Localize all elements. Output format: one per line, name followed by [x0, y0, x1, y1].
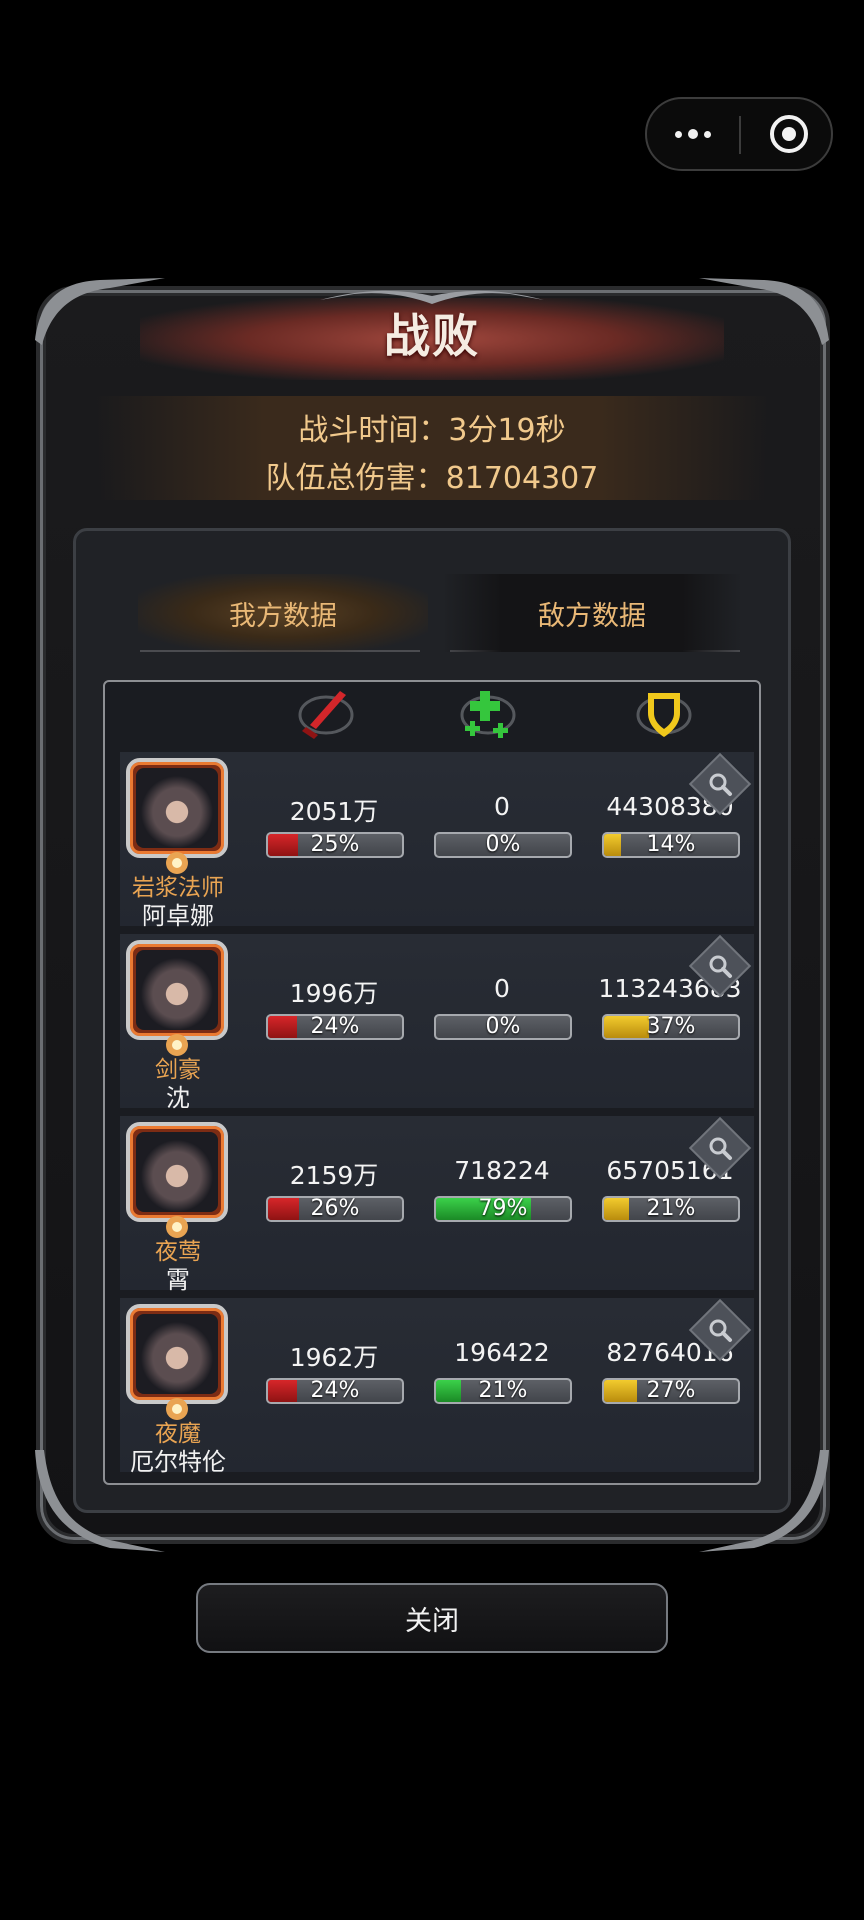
close-button[interactable]: 关闭: [196, 1583, 668, 1653]
damage-taken-share-bar: 37%: [602, 1014, 740, 1040]
damage-share-percent: 24%: [310, 1378, 360, 1403]
tab-my-team[interactable]: 我方数据: [138, 574, 428, 652]
damage-taken-share-percent: 21%: [646, 1196, 696, 1221]
damage-share-bar: 26%: [266, 1196, 404, 1222]
miniprogram-capsule: [645, 97, 833, 171]
damage-share-percent: 24%: [310, 1014, 360, 1039]
heal-share-percent: 21%: [478, 1378, 528, 1403]
damage-taken-share-bar: 27%: [602, 1378, 740, 1404]
heal-share-percent: 79%: [478, 1196, 528, 1221]
magnifier-icon: [709, 773, 732, 796]
team-total-damage: 队伍总伤害：81704307: [265, 461, 599, 496]
hero-name: 霄: [166, 1266, 190, 1294]
hero-portrait[interactable]: [126, 758, 228, 858]
magnifier-icon: [709, 1319, 732, 1342]
damage-value: 1962万: [289, 1343, 379, 1372]
damage-share-bar: 25%: [266, 832, 404, 858]
hero-portrait-image: [136, 768, 218, 848]
hero-portrait-image: [136, 950, 218, 1030]
hero-portrait[interactable]: [126, 1304, 228, 1404]
sword-damage-icon: [298, 691, 354, 739]
battle-time: 战斗时间：3分19秒: [298, 413, 566, 448]
damage-taken-share-percent: 37%: [646, 1014, 696, 1039]
damage-value: 2159万: [289, 1161, 379, 1190]
damage-share-percent: 26%: [310, 1196, 360, 1221]
damage-share-bar: 24%: [266, 1378, 404, 1404]
hero-name: 厄尔特伦: [130, 1448, 226, 1476]
damage-value: 2051万: [289, 797, 379, 826]
heal-share-bar: 0%: [434, 832, 572, 858]
hero-name: 沈: [166, 1084, 190, 1112]
hero-portrait[interactable]: [126, 940, 228, 1040]
damage-value: 1996万: [289, 979, 379, 1008]
heal-value: 0: [494, 974, 510, 1003]
result-title: 战败: [384, 309, 480, 363]
hero-name: 阿卓娜: [142, 902, 214, 930]
damage-taken-share-percent: 27%: [646, 1378, 696, 1403]
damage-taken-share-bar: 21%: [602, 1196, 740, 1222]
heal-share-percent: 0%: [485, 1014, 521, 1039]
target-circle-icon[interactable]: [768, 113, 810, 155]
shield-tank-icon: [636, 693, 692, 737]
magnifier-icon: [709, 955, 732, 978]
damage-share-bar: 24%: [266, 1014, 404, 1040]
heal-share-bar: 21%: [434, 1378, 572, 1404]
magnifier-icon: [709, 1137, 732, 1160]
more-dots-icon[interactable]: [647, 99, 739, 169]
heal-value: 0: [494, 792, 510, 821]
capsule-divider: [739, 116, 741, 154]
heal-share-percent: 0%: [485, 832, 521, 857]
heal-value: 718224: [454, 1156, 550, 1185]
green-cross-heal-icon: [460, 691, 516, 738]
damage-share-percent: 25%: [310, 832, 360, 857]
heal-share-bar: 79%: [434, 1196, 572, 1222]
hero-portrait-image: [136, 1132, 218, 1212]
hero-portrait[interactable]: [126, 1122, 228, 1222]
hero-portrait-image: [136, 1314, 218, 1394]
tab-enemy-team[interactable]: 敌方数据: [442, 574, 742, 652]
damage-taken-share-percent: 14%: [646, 832, 696, 857]
heal-value: 196422: [454, 1338, 550, 1367]
heal-share-bar: 0%: [434, 1014, 572, 1040]
damage-taken-share-bar: 14%: [602, 832, 740, 858]
